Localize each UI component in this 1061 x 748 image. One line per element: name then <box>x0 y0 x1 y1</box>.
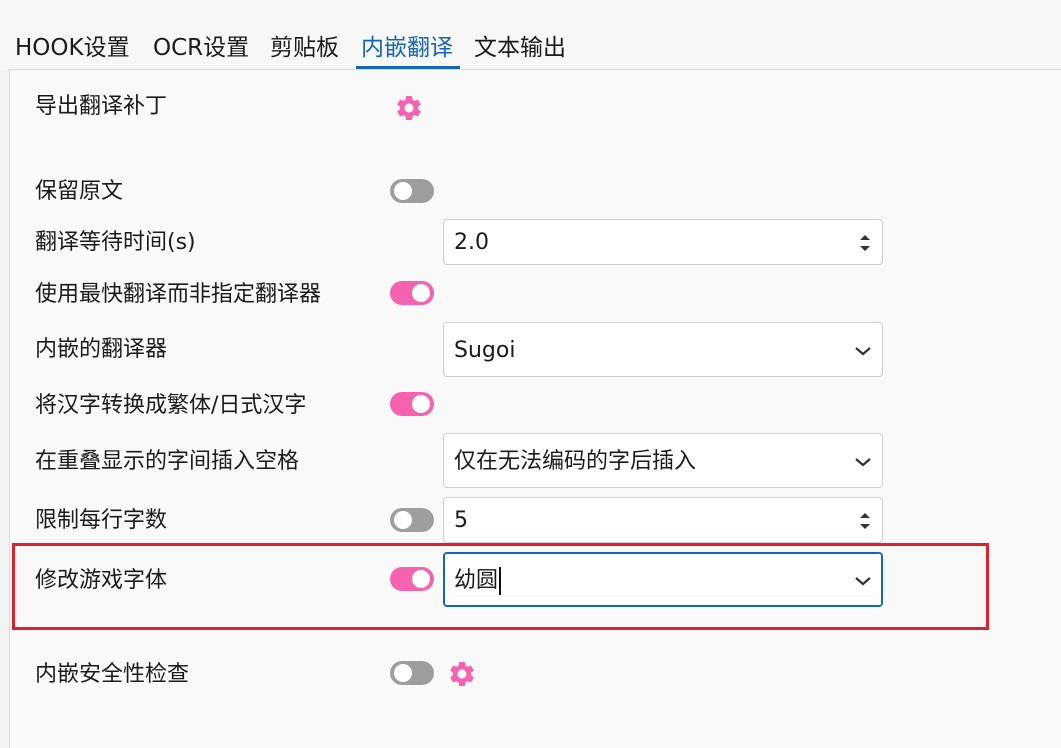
tab-ocr-settings[interactable]: OCR设置 <box>153 33 249 63</box>
font-select[interactable]: 幼圆 <box>443 552 883 607</box>
font-value: 幼圆 <box>454 568 499 593</box>
wait-time-label: 翻译等待时间(s) <box>35 230 196 255</box>
kanji-convert-label: 将汉字转换成繁体/日式汉字 <box>35 393 307 418</box>
toggle-knob <box>394 664 412 682</box>
spin-arrows-icon[interactable] <box>858 232 872 254</box>
toggle-knob <box>412 284 430 302</box>
chevron-down-icon[interactable] <box>854 575 872 587</box>
toggle-knob <box>394 182 412 200</box>
keep-original-label: 保留原文 <box>35 179 124 204</box>
insert-space-select[interactable]: 仅在无法编码的字后插入 <box>443 433 883 488</box>
keep-original-toggle[interactable] <box>390 179 434 203</box>
embedded-translator-label: 内嵌的翻译器 <box>35 337 168 362</box>
chevron-down-icon <box>855 458 871 467</box>
chevron-down-icon <box>855 347 871 356</box>
tab-hook-settings[interactable]: HOOK设置 <box>15 33 130 63</box>
font-select-input[interactable]: 幼圆 <box>454 553 502 608</box>
insert-space-value: 仅在无法编码的字后插入 <box>454 449 697 474</box>
toggle-knob <box>394 511 412 529</box>
limit-chars-spinbox[interactable]: 5 <box>443 497 883 543</box>
tab-bar: HOOK设置 OCR设置 剪贴板 内嵌翻译 文本输出 <box>0 0 1061 70</box>
toggle-knob <box>412 570 430 588</box>
spin-arrows-icon[interactable] <box>858 510 872 532</box>
safety-check-toggle[interactable] <box>390 661 434 685</box>
wait-time-value: 2.0 <box>454 230 489 255</box>
fastest-translator-label: 使用最快翻译而非指定翻译器 <box>35 282 322 307</box>
insert-space-label: 在重叠显示的字间插入空格 <box>35 449 300 474</box>
change-font-label: 修改游戏字体 <box>35 568 168 593</box>
limit-chars-label: 限制每行字数 <box>35 508 168 533</box>
safety-check-label: 内嵌安全性检查 <box>35 662 190 687</box>
export-patch-label: 导出翻译补丁 <box>35 94 168 119</box>
tab-embedded-translation[interactable]: 内嵌翻译 <box>361 33 453 63</box>
kanji-convert-toggle[interactable] <box>390 392 434 416</box>
fastest-translator-toggle[interactable] <box>390 281 434 305</box>
tab-clipboard[interactable]: 剪贴板 <box>270 33 339 63</box>
toggle-knob <box>412 395 430 413</box>
change-font-toggle[interactable] <box>390 567 434 591</box>
gear-icon[interactable] <box>447 659 477 689</box>
embedded-translator-select[interactable]: Sugoi <box>443 322 883 377</box>
tab-text-output[interactable]: 文本输出 <box>474 33 566 63</box>
wait-time-spinbox[interactable]: 2.0 <box>443 219 883 265</box>
limit-chars-value: 5 <box>454 508 468 533</box>
embedded-translator-value: Sugoi <box>454 338 516 363</box>
limit-chars-toggle[interactable] <box>390 508 434 532</box>
text-cursor <box>499 567 502 595</box>
gear-icon[interactable] <box>394 93 424 123</box>
